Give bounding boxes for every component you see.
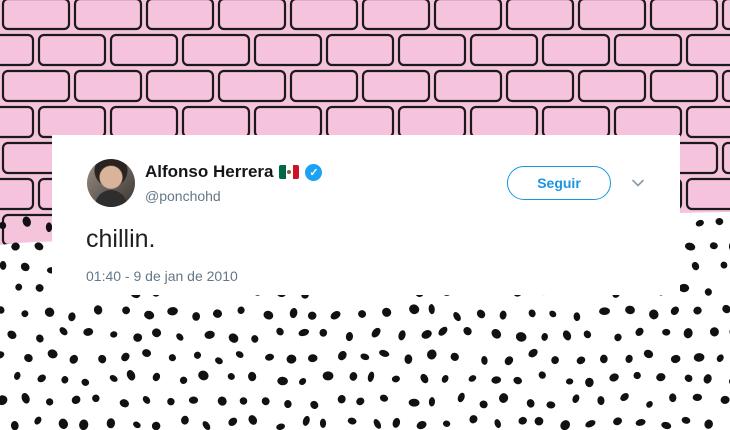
brick — [721, 69, 730, 103]
brick — [181, 33, 251, 67]
brick — [397, 105, 467, 139]
brick — [649, 69, 719, 103]
brick — [469, 33, 539, 67]
brick — [73, 69, 143, 103]
author-name-row: Alfonso Herrera ✓ — [145, 162, 323, 182]
polka-dot — [585, 377, 594, 388]
polka-dot — [678, 283, 690, 293]
brick — [325, 33, 395, 67]
brick — [217, 69, 287, 103]
mexico-flag-icon — [279, 165, 300, 179]
brick — [469, 105, 539, 139]
brick — [253, 105, 323, 139]
tweet-timestamp[interactable]: 01:40 - 9 de jan de 2010 — [86, 268, 238, 284]
brick — [505, 0, 575, 31]
brick — [145, 0, 215, 31]
brick — [577, 0, 647, 31]
brick — [721, 141, 730, 175]
brick — [433, 69, 503, 103]
brick — [109, 105, 179, 139]
brick — [541, 105, 611, 139]
brick — [1, 69, 71, 103]
brick — [37, 105, 107, 139]
brick — [613, 33, 683, 67]
brick — [217, 0, 287, 31]
brick — [721, 0, 730, 31]
brick — [181, 105, 251, 139]
user-handle[interactable]: @ponchohd — [145, 188, 221, 204]
brick — [73, 0, 143, 31]
brick — [0, 33, 35, 67]
brick — [505, 69, 575, 103]
brick — [541, 33, 611, 67]
brick — [325, 105, 395, 139]
brick — [577, 69, 647, 103]
brick — [0, 177, 35, 211]
brick — [433, 0, 503, 31]
brick — [361, 69, 431, 103]
tweet-card: Alfonso Herrera ✓ @ponchohd Seguir chill… — [52, 135, 680, 295]
brick — [613, 105, 683, 139]
brick — [289, 0, 359, 31]
brick — [397, 33, 467, 67]
verified-badge-icon: ✓ — [305, 163, 323, 181]
brick — [145, 69, 215, 103]
chevron-down-icon[interactable] — [630, 175, 646, 191]
tweet-text: chillin. — [86, 225, 156, 253]
brick — [1, 0, 71, 31]
brick — [37, 33, 107, 67]
display-name[interactable]: Alfonso Herrera — [145, 162, 273, 182]
brick — [685, 33, 730, 67]
avatar[interactable] — [87, 159, 135, 207]
brick — [649, 0, 719, 31]
brick — [685, 105, 730, 139]
brick — [109, 33, 179, 67]
polka-dot — [322, 371, 334, 381]
brick — [0, 105, 35, 139]
brick — [361, 0, 431, 31]
brick — [289, 69, 359, 103]
brick — [253, 33, 323, 67]
follow-button[interactable]: Seguir — [507, 166, 611, 200]
brick — [685, 177, 730, 211]
